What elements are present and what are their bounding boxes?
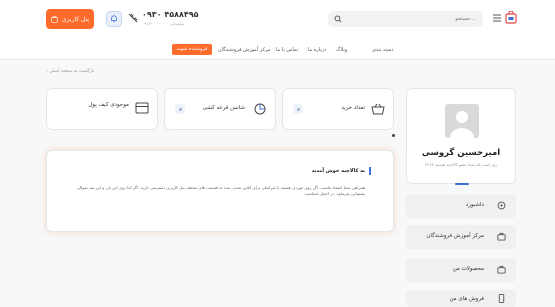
sidebar-item-my-products[interactable]: محصولات من [406, 258, 516, 282]
basket-icon [371, 103, 385, 115]
sidebar-item-my-sales[interactable]: فروش های من [406, 290, 516, 307]
sidebar-item-dashboard[interactable]: داشبورد [406, 194, 516, 218]
main-nav: دسته بندی وبلاگ درباره ما تماس با ما مرک… [0, 40, 555, 60]
user-icon [445, 104, 479, 138]
briefcase-icon [497, 232, 506, 241]
phone-number: ۰۹۳۰ ۴۵۸۸۴۹۵ [142, 10, 199, 19]
breadcrumb-label: بازگشت به صفحه اصلی [49, 69, 95, 74]
phone-device-icon [498, 294, 505, 303]
user-panel-label: پنل کاربری [61, 15, 90, 23]
stat-card-wallet[interactable]: موجودی کیف پول [46, 88, 158, 130]
sidebar-item-label: فروش های من [449, 296, 484, 302]
sidebar-item-label: مرکز آموزش فروشندگان [426, 233, 484, 239]
nav-blog[interactable]: وبلاگ [336, 45, 347, 55]
stat-card-lottery[interactable]: شانس قرعه کشی [164, 88, 276, 130]
nav-seller-training[interactable]: مرکز آموزش فروشندگان [218, 45, 270, 55]
stat-lottery-label: شانس قرعه کشی [202, 105, 245, 111]
sidebar-item-label: محصولات من [452, 266, 484, 272]
stat-wallet-label: موجودی کیف پول [88, 102, 129, 108]
stat-purchases-label: تعداد خرید [341, 105, 365, 111]
title-accent [369, 167, 371, 175]
welcome-card: به کالاچیه خوش آمدید همراهی شما اعتماد م… [46, 150, 394, 232]
wallet-icon [51, 15, 58, 23]
stat-card-purchases[interactable]: تعداد خرید [282, 88, 394, 130]
search-input[interactable] [355, 11, 475, 27]
notification-button[interactable] [106, 11, 122, 27]
welcome-text: همراهی شما اعتماد ماست. اگر روی موردی هس… [76, 185, 365, 196]
stat-badge [293, 104, 303, 114]
breadcrumb[interactable]: ‹ بازگشت به صفحه اصلی [46, 69, 94, 74]
sidebar-item-seller-training[interactable]: مرکز آموزش فروشندگان [406, 225, 516, 249]
marker-dot [392, 134, 395, 137]
welcome-title: به کالاچیه خوش آمدید [311, 168, 365, 174]
menu-icon[interactable] [492, 13, 502, 23]
bell-icon [111, 15, 117, 23]
card-icon [135, 102, 149, 114]
chart-icon [254, 103, 266, 115]
profile-card [406, 88, 516, 185]
nav-about[interactable]: درباره ما [308, 45, 326, 55]
top-header: پنل کاربری ۰۹۳۰ ۴۵۸۸۴۹۵ ۰۹۱۷-۰۰۰-۰۰۰۰ پش… [0, 0, 555, 40]
briefcase-icon [497, 265, 506, 274]
profile-indicator [455, 183, 469, 185]
dashboard-icon [497, 201, 506, 210]
profile-name: امیرحسین گروسی [421, 148, 501, 158]
stat-badge [175, 104, 185, 114]
user-panel-button[interactable]: پنل کاربری [46, 9, 94, 29]
profile-subtitle: ۲۲۸۳ روز است که شما عضو کالاچیه هستید [425, 162, 497, 167]
avatar[interactable] [445, 104, 479, 138]
phone-icon [128, 13, 138, 23]
search-box[interactable] [328, 11, 483, 27]
logo-icon[interactable] [505, 11, 517, 25]
sidebar-item-label: داشبورد [465, 202, 484, 208]
nav-categories[interactable]: دسته بندی [372, 45, 394, 55]
nav-contact[interactable]: تماس با ما [276, 45, 298, 55]
search-icon [334, 15, 342, 23]
phone-subtext: ۰۹۱۷-۰۰۰-۰۰۰۰ پشتیبانی [142, 21, 184, 26]
nav-become-seller[interactable]: فروشنده شوید [172, 44, 212, 55]
